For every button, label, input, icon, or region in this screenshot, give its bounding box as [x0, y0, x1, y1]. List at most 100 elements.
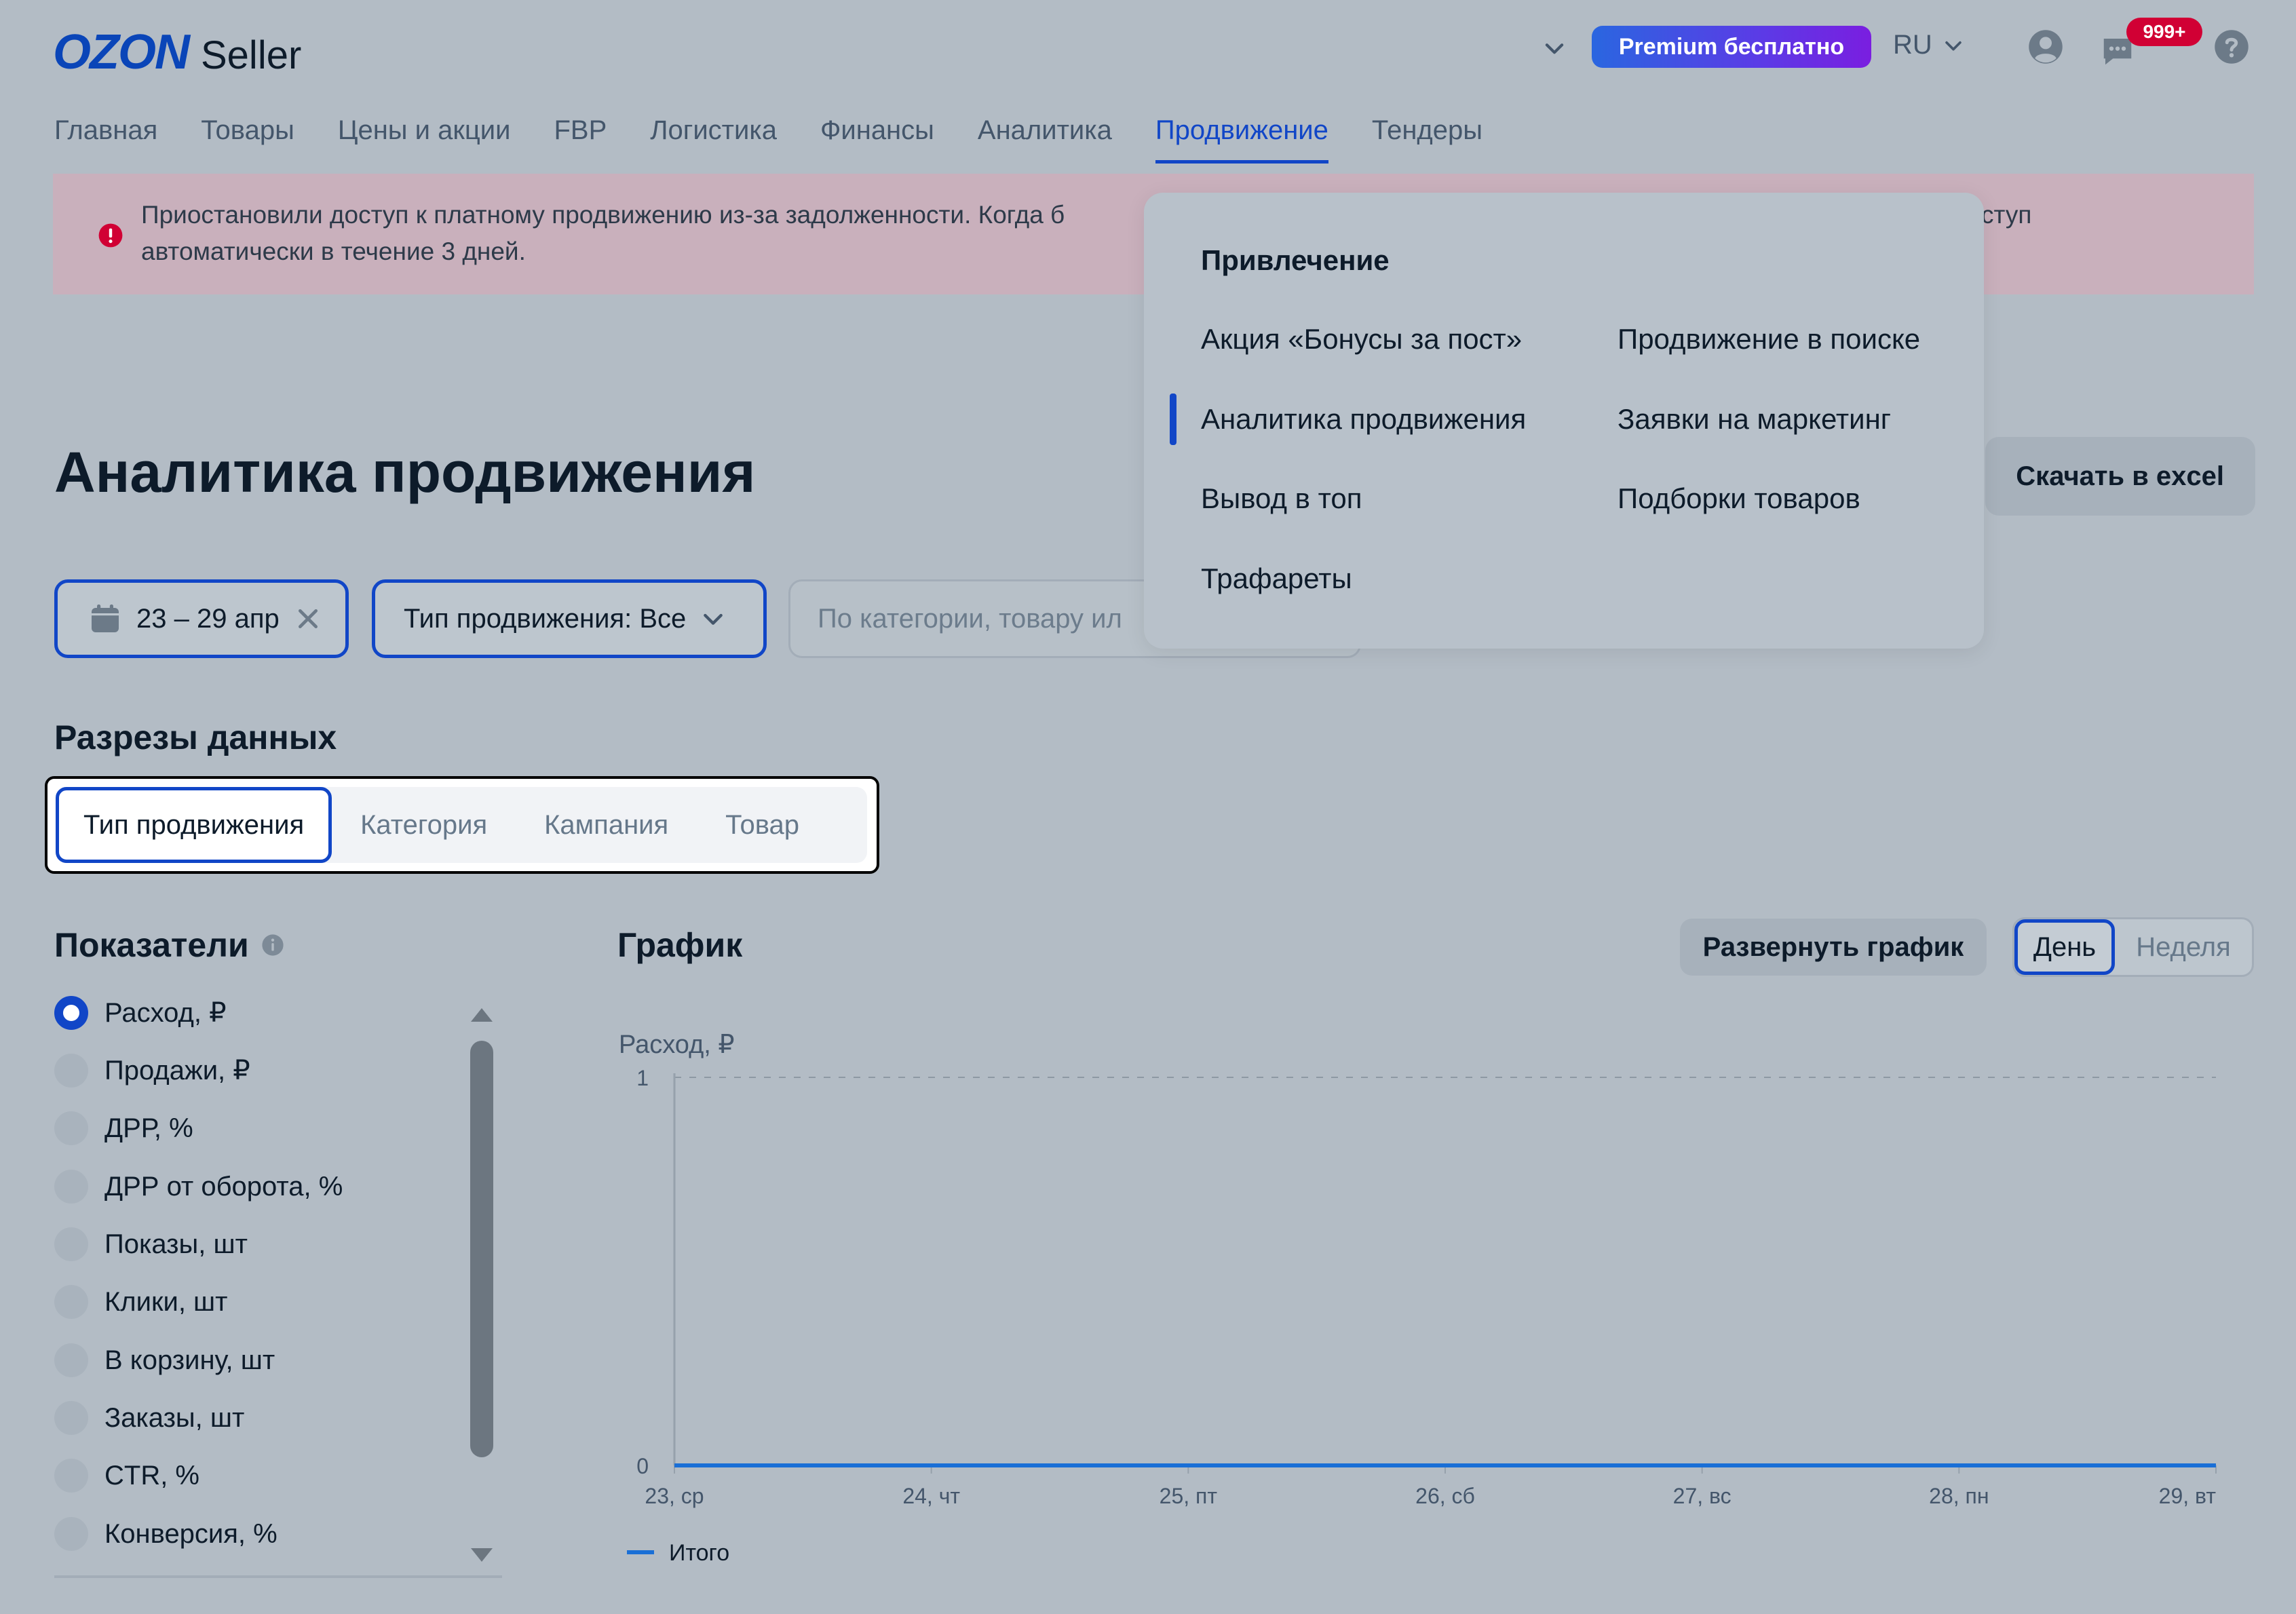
date-range-value: 23 – 29 апр: [136, 603, 280, 634]
x-tick-label: 29, вт: [2159, 1484, 2217, 1508]
metrics-title: Показатели: [54, 926, 249, 964]
radio[interactable]: [54, 1227, 88, 1261]
metric-label: Клики, шт: [104, 1286, 228, 1317]
metric-option[interactable]: В корзину, шт: [54, 1343, 275, 1377]
notifications-badge: 999+: [2126, 18, 2202, 46]
alert-message-tail: ступ: [1981, 201, 2032, 229]
menu-section-title: Привлечение: [1201, 244, 1390, 276]
legend-label: Итого: [669, 1540, 729, 1566]
menu-item-search-promotion[interactable]: Продвижение в поиске: [1618, 323, 1920, 356]
metric-option[interactable]: ДРР, %: [54, 1111, 193, 1145]
radio[interactable]: [54, 1517, 88, 1551]
metric-label: В корзину, шт: [104, 1345, 275, 1375]
metric-option[interactable]: Продажи, ₽: [54, 1054, 250, 1088]
help-icon[interactable]: [2213, 28, 2250, 65]
y-axis-label: Расход, ₽: [619, 1031, 735, 1059]
metrics-scrollbar-thumb[interactable]: [470, 1041, 493, 1457]
metrics-bottom-divider: [54, 1575, 502, 1578]
expand-chart-button[interactable]: Развернуть график: [1680, 919, 1987, 976]
info-icon[interactable]: [261, 934, 284, 957]
alert-message: Приостановили доступ к платному продвиже…: [141, 197, 1132, 270]
nav-item-main[interactable]: Главная: [54, 115, 157, 146]
metric-label: Заказы, шт: [104, 1402, 245, 1433]
menu-item-stencils[interactable]: Трафареты: [1201, 562, 1352, 595]
metric-option[interactable]: Расход, ₽: [54, 996, 227, 1030]
exclamation-circle-icon: [98, 223, 123, 248]
x-tick-label: 25, пт: [1160, 1484, 1218, 1508]
radio[interactable]: [54, 1401, 88, 1435]
metric-option[interactable]: Клики, шт: [54, 1285, 227, 1319]
clear-icon[interactable]: [294, 605, 322, 632]
period-week[interactable]: Неделя: [2115, 919, 2252, 975]
nav-item-logistics[interactable]: Логистика: [650, 115, 777, 146]
period-toggle: День Неделя: [2012, 917, 2254, 977]
date-range-filter[interactable]: 23 – 29 апр: [54, 579, 349, 658]
nav-item-tenders[interactable]: Тендеры: [1372, 115, 1482, 146]
tab-promotion-type[interactable]: Тип продвижения: [56, 787, 332, 863]
metric-label: ДРР от оборота, %: [104, 1171, 343, 1202]
menu-item-bonuses-for-post[interactable]: Акция «Бонусы за пост»: [1201, 323, 1522, 356]
metric-label: Продажи, ₽: [104, 1056, 250, 1085]
main-nav: Главная Товары Цены и акции FBP Логистик…: [54, 115, 1482, 164]
ozon-seller-logo[interactable]: OZON Seller: [53, 24, 301, 80]
metric-option[interactable]: ДРР от оборота, %: [54, 1170, 343, 1204]
menu-item-marketing-requests[interactable]: Заявки на маркетинг: [1618, 403, 1891, 436]
tab-campaign[interactable]: Кампания: [516, 787, 697, 863]
y-tick-label: 1: [636, 1066, 649, 1090]
radio[interactable]: [54, 1111, 88, 1145]
page-title: Аналитика продвижения: [54, 440, 756, 504]
radio[interactable]: [54, 1343, 88, 1377]
language-selector[interactable]: RU: [1893, 30, 1965, 60]
metrics-header: Показатели: [54, 925, 284, 965]
calendar-icon: [92, 604, 119, 632]
menu-item-top-placement[interactable]: Вывод в топ: [1201, 482, 1362, 515]
logo-brand: OZON: [53, 25, 190, 79]
user-icon[interactable]: [2027, 28, 2064, 65]
promotion-type-filter[interactable]: Тип продвижения: Все: [372, 579, 767, 658]
radio-selected[interactable]: [54, 996, 88, 1030]
x-tick-label: 28, пн: [1929, 1484, 1989, 1508]
chevron-down-icon: [1945, 41, 1962, 51]
premium-button[interactable]: Premium бесплатно: [1592, 26, 1871, 68]
x-tick-label: 26, сб: [1415, 1484, 1475, 1508]
metric-option[interactable]: CTR, %: [54, 1459, 199, 1493]
scroll-down-arrow[interactable]: [468, 1545, 495, 1566]
scroll-up-arrow[interactable]: [468, 1004, 495, 1024]
slices-tabs: Тип продвижения Категория Кампания Товар: [56, 787, 867, 863]
promotion-type-value: Тип продвижения: Все: [404, 603, 687, 634]
nav-item-fbp[interactable]: FBP: [554, 115, 607, 146]
radio[interactable]: [54, 1285, 88, 1319]
spend-line-chart: Расход, ₽ 0 1 23, ср 24, чт 25, пт 26, сб 27, в…: [619, 1031, 2217, 1566]
menu-item-promotion-analytics[interactable]: Аналитика продвижения: [1201, 403, 1526, 436]
nav-item-products[interactable]: Товары: [201, 115, 294, 146]
nav-item-analytics[interactable]: Аналитика: [978, 115, 1112, 146]
radio[interactable]: [54, 1170, 88, 1204]
chart-title: График: [617, 926, 743, 964]
alert-line-2: автоматически в течение 3 дней.: [141, 237, 526, 265]
x-tick-label: 24, чт: [902, 1484, 960, 1508]
tab-category[interactable]: Категория: [332, 787, 516, 863]
metric-label: Конверсия, %: [104, 1518, 278, 1549]
menu-active-marker: [1170, 393, 1176, 445]
nav-item-prices[interactable]: Цены и акции: [338, 115, 511, 146]
metric-label: Расход, ₽: [104, 998, 227, 1028]
chevron-down-icon: [704, 613, 723, 625]
metric-option[interactable]: Показы, шт: [54, 1227, 248, 1261]
nav-item-finance[interactable]: Финансы: [820, 115, 934, 146]
radio[interactable]: [54, 1054, 88, 1088]
metric-option[interactable]: Конверсия, %: [54, 1517, 278, 1551]
metric-label: CTR, %: [104, 1460, 199, 1491]
radio[interactable]: [54, 1459, 88, 1493]
search-placeholder: По категории, товару ил: [818, 603, 1122, 634]
alert-line-1: Приостановили доступ к платному продвиже…: [141, 201, 1065, 229]
slices-title: Разрезы данных: [54, 718, 337, 756]
tab-product[interactable]: Товар: [697, 787, 828, 863]
logo-product: Seller: [200, 33, 302, 77]
period-day[interactable]: День: [2014, 919, 2115, 975]
chevron-down-icon[interactable]: [1542, 35, 1567, 61]
menu-item-product-collections[interactable]: Подборки товаров: [1618, 482, 1860, 515]
metric-label: ДРР, %: [104, 1113, 193, 1143]
metric-option[interactable]: Заказы, шт: [54, 1401, 244, 1435]
nav-item-promotion[interactable]: Продвижение: [1155, 115, 1328, 164]
download-excel-button[interactable]: Скачать в excel: [1985, 437, 2255, 516]
